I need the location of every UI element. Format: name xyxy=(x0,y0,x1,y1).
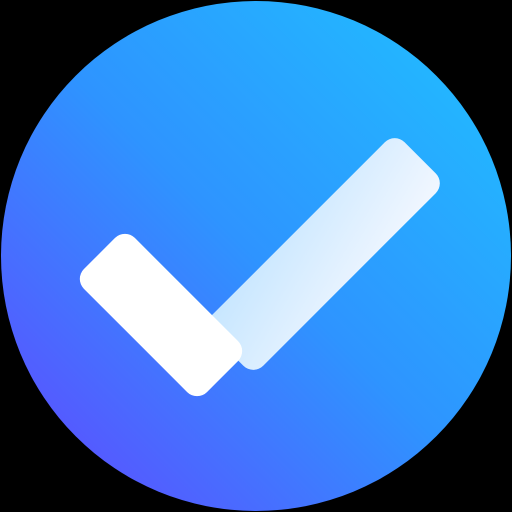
icon-canvas xyxy=(0,0,512,512)
checkmark-badge-icon xyxy=(1,1,511,511)
badge-circle xyxy=(1,1,511,511)
